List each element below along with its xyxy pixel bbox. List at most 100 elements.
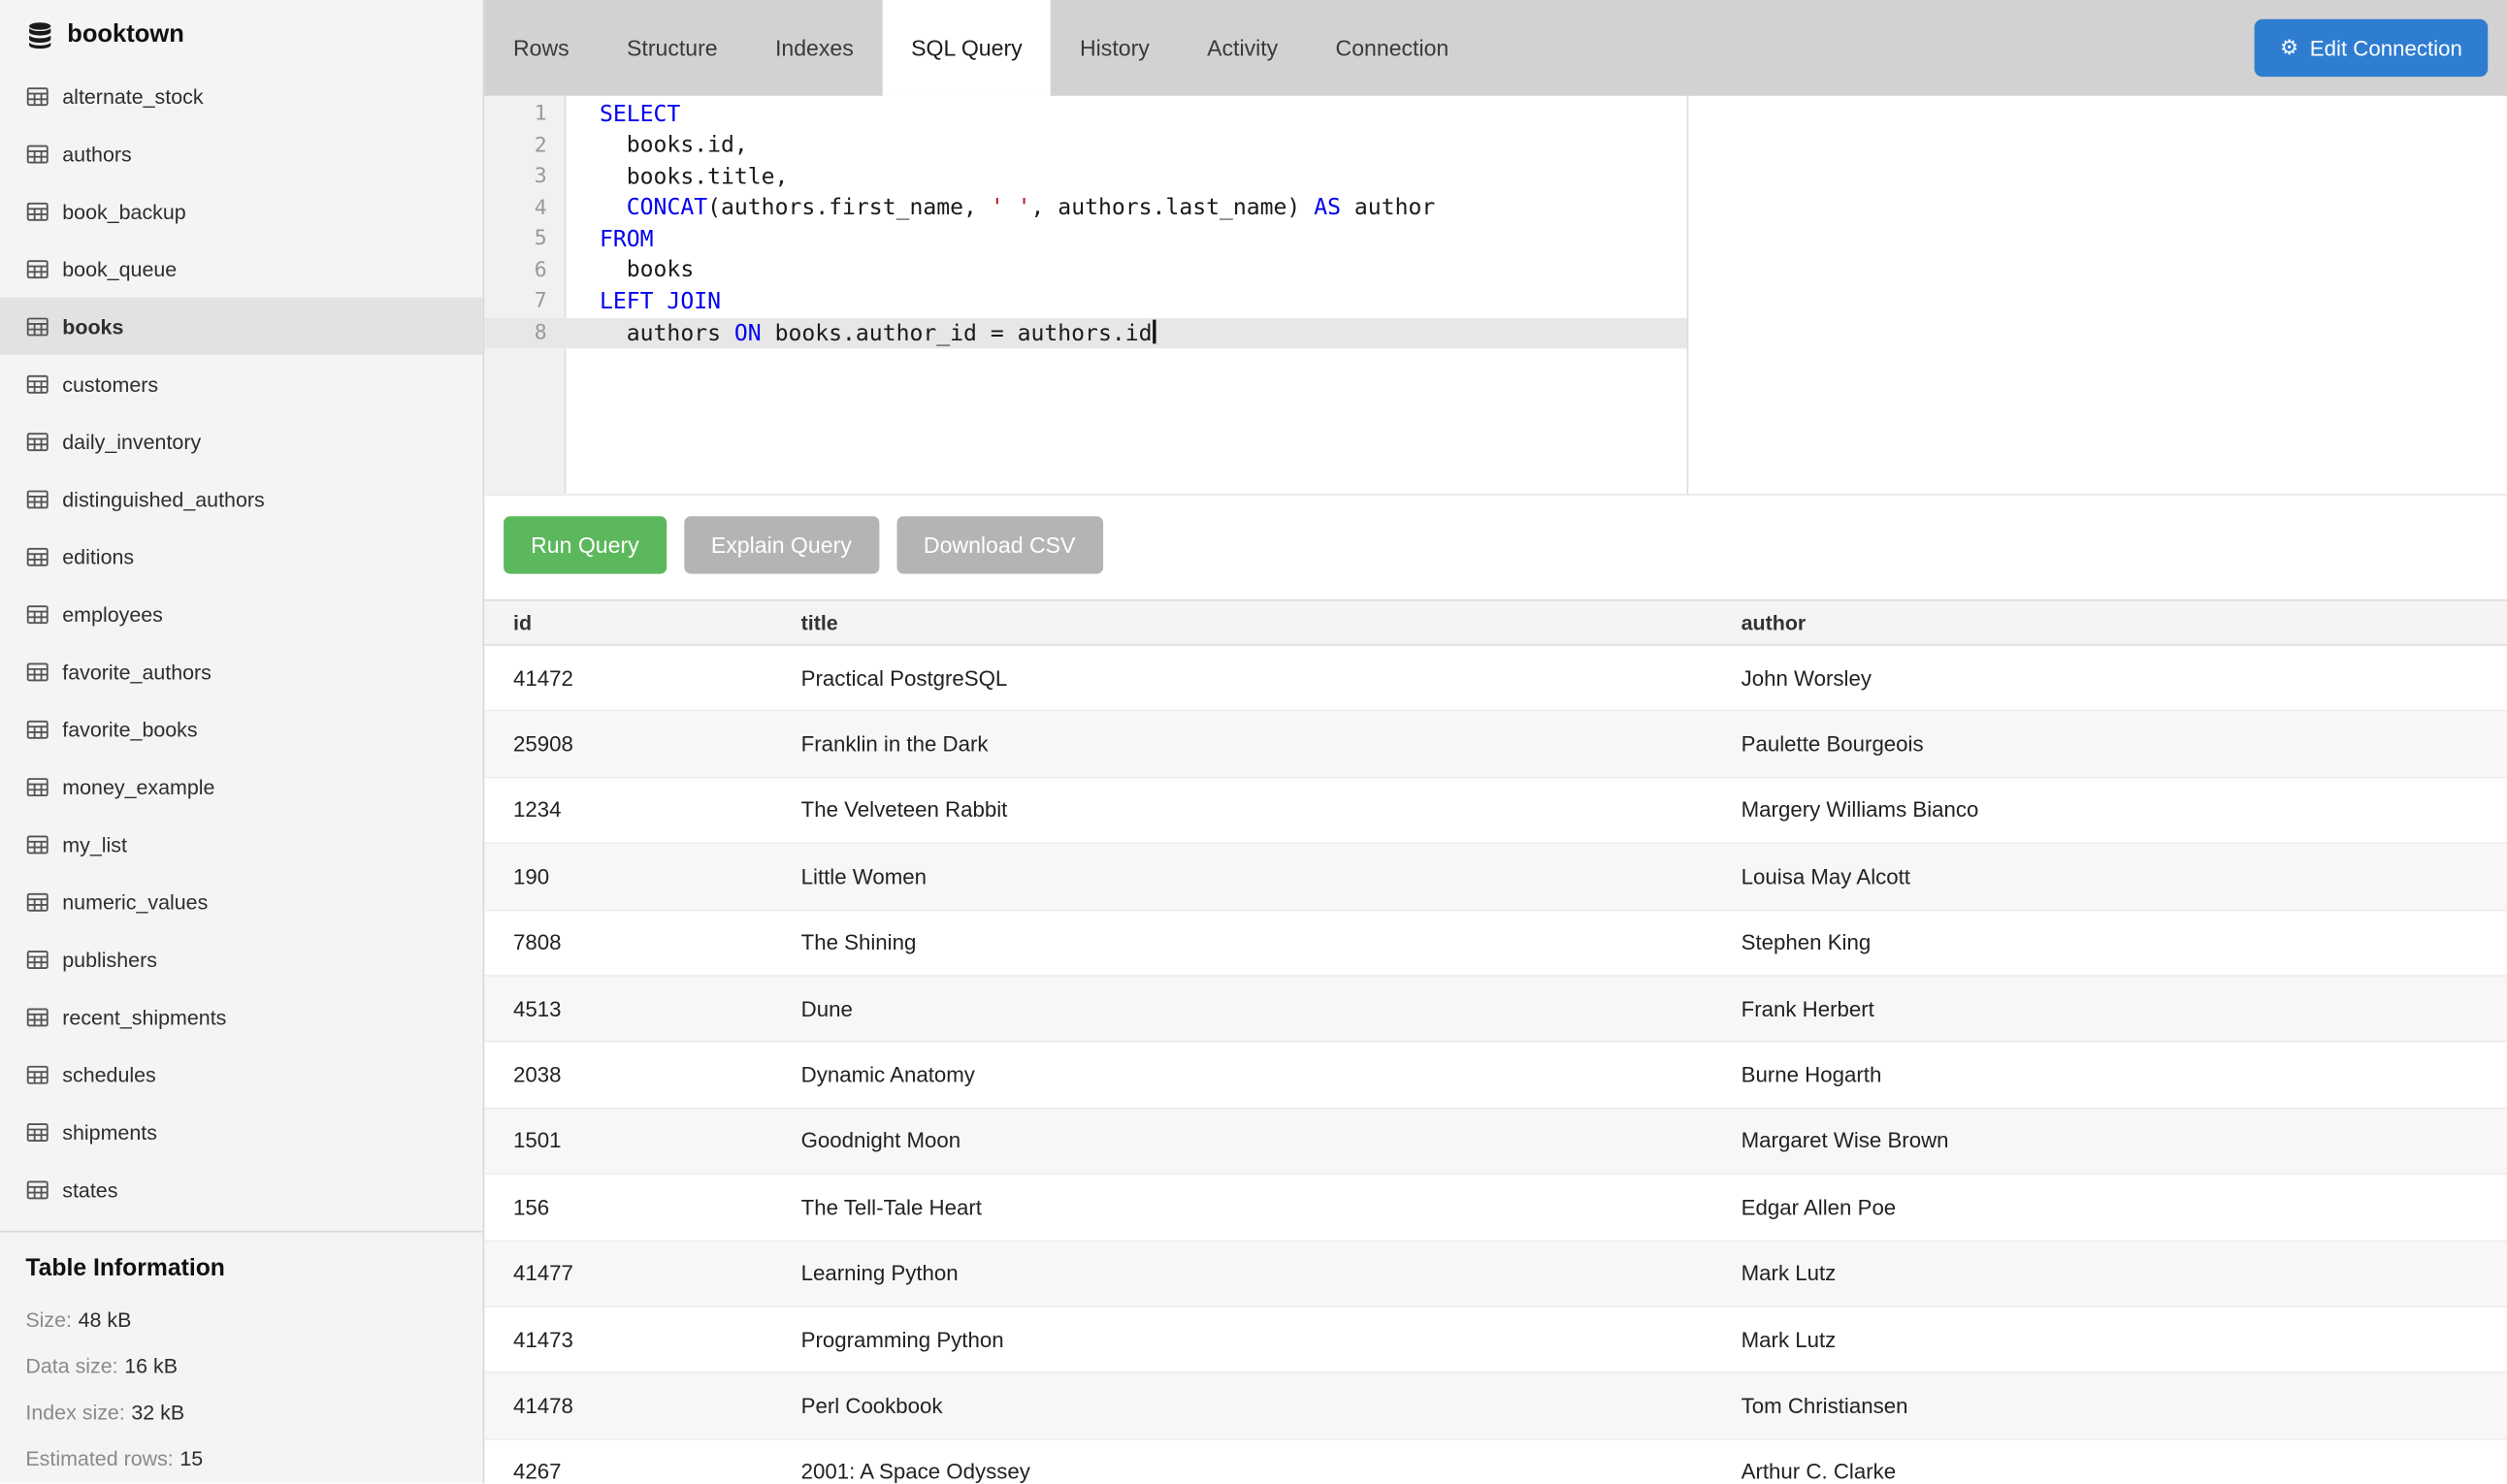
sidebar-table-item[interactable]: book_queue	[0, 240, 483, 297]
table-icon	[25, 947, 49, 971]
code-text: books.id,	[566, 133, 747, 158]
cell-title: Dune	[772, 997, 1715, 1021]
sidebar-table-item[interactable]: employees	[0, 585, 483, 642]
table-icon	[25, 1178, 49, 1202]
sidebar-table-item[interactable]: shipments	[0, 1103, 483, 1160]
cell-id: 41472	[484, 666, 772, 691]
action-button[interactable]: Run Query	[504, 516, 667, 573]
table-row[interactable]: 4267 2001: A Space Odyssey Arthur C. Cla…	[484, 1439, 2507, 1483]
sidebar-table-item[interactable]: book_backup	[0, 182, 483, 240]
table-row[interactable]: 1501 Goodnight Moon Margaret Wise Brown	[484, 1109, 2507, 1175]
action-button[interactable]: Download CSV	[896, 516, 1102, 573]
query-actions: Run Query Explain Query Download CSV	[484, 496, 2507, 574]
sidebar-table-item[interactable]: daily_inventory	[0, 412, 483, 469]
table-item-label: authors	[62, 142, 131, 166]
cell-id: 41473	[484, 1328, 772, 1352]
sidebar-table-item[interactable]: alternate_stock	[0, 67, 483, 124]
sql-editor[interactable]: 1 SELECT 2 books.id, 3 books.title,	[484, 96, 1688, 494]
column-header[interactable]: author	[1715, 611, 2507, 635]
table-icon	[25, 889, 49, 914]
column-header[interactable]: id	[484, 611, 772, 635]
cell-title: The Shining	[772, 931, 1715, 955]
tab[interactable]: Activity	[1178, 0, 1306, 96]
cell-title: The Tell-Tale Heart	[772, 1195, 1715, 1219]
cell-author: Edgar Allen Poe	[1715, 1195, 2507, 1219]
tab[interactable]: Indexes	[746, 0, 882, 96]
line-number: 3	[484, 165, 566, 189]
info-label: Size:	[25, 1307, 72, 1332]
table-item-label: schedules	[62, 1062, 155, 1086]
table-information-rows: Size:48 kB Data size:16 kB Index size:32…	[25, 1296, 457, 1481]
code-text: authors ON books.author_id = authors.id	[566, 319, 1155, 346]
table-item-label: money_example	[62, 774, 214, 798]
cell-author: Margery Williams Bianco	[1715, 798, 2507, 823]
code-text: books	[566, 258, 694, 283]
sidebar-table-item[interactable]: favorite_books	[0, 700, 483, 758]
tab[interactable]: SQL Query	[882, 0, 1051, 96]
table-row[interactable]: 7808 The Shining Stephen King	[484, 911, 2507, 977]
cell-id: 25908	[484, 732, 772, 757]
sidebar-table-item[interactable]: editions	[0, 528, 483, 585]
cell-author: Frank Herbert	[1715, 997, 2507, 1021]
gear-icon: ⚙︎	[2280, 38, 2298, 58]
table-row[interactable]: 41473 Programming Python Mark Lutz	[484, 1307, 2507, 1373]
table-row[interactable]: 4513 Dune Frank Herbert	[484, 977, 2507, 1043]
table-row[interactable]: 2038 Dynamic Anatomy Burne Hogarth	[484, 1043, 2507, 1109]
app-window: booktown alternate_stock	[0, 0, 2507, 1483]
edit-connection-button[interactable]: ⚙︎ Edit Connection	[2255, 19, 2489, 77]
cell-title: Programming Python	[772, 1328, 1715, 1352]
table-row[interactable]: 41472 Practical PostgreSQL John Worsley	[484, 646, 2507, 712]
sidebar-table-item[interactable]: my_list	[0, 815, 483, 872]
sidebar-table-item[interactable]: schedules	[0, 1046, 483, 1103]
table-icon	[25, 601, 49, 626]
tab[interactable]: Rows	[484, 0, 598, 96]
table-row[interactable]: 190 Little Women Louisa May Alcott	[484, 844, 2507, 910]
tabs: Rows Structure Indexes SQL Query History…	[484, 0, 1478, 96]
code-text: LEFT JOIN	[566, 289, 721, 314]
sidebar-table-item[interactable]: books	[0, 298, 483, 355]
database-header[interactable]: booktown	[0, 0, 483, 64]
cell-id: 1234	[484, 798, 772, 823]
sql-editor-panel: 1 SELECT 2 books.id, 3 books.title,	[484, 96, 2507, 496]
tab[interactable]: Structure	[598, 0, 746, 96]
database-name: booktown	[67, 20, 184, 49]
sidebar-table-item[interactable]: recent_shipments	[0, 987, 483, 1045]
sidebar-table-item[interactable]: authors	[0, 125, 483, 182]
table-row[interactable]: 41478 Perl Cookbook Tom Christiansen	[484, 1373, 2507, 1439]
editor-line: 3 books.title,	[484, 161, 1686, 192]
cell-author: Louisa May Alcott	[1715, 864, 2507, 888]
action-button[interactable]: Explain Query	[684, 516, 879, 573]
cell-author: Tom Christiansen	[1715, 1394, 2507, 1418]
table-icon	[25, 199, 49, 223]
sidebar-table-item[interactable]: customers	[0, 355, 483, 412]
sidebar-table-item[interactable]: favorite_authors	[0, 642, 483, 699]
table-row[interactable]: 41477 Learning Python Mark Lutz	[484, 1242, 2507, 1307]
sidebar-table-item[interactable]: numeric_values	[0, 873, 483, 930]
table-icon	[25, 774, 49, 798]
line-number: 2	[484, 134, 566, 158]
sidebar-table-item[interactable]: money_example	[0, 758, 483, 815]
tab[interactable]: Connection	[1307, 0, 1478, 96]
line-number: 8	[484, 321, 566, 345]
tab[interactable]: History	[1051, 0, 1178, 96]
sidebar-table-item[interactable]: distinguished_authors	[0, 470, 483, 528]
sidebar: booktown alternate_stock	[0, 0, 484, 1483]
results-table: id title author 41472 Practical PostgreS…	[484, 599, 2507, 1483]
sidebar-table-item[interactable]: states	[0, 1160, 483, 1217]
table-row[interactable]: 156 The Tell-Tale Heart Edgar Allen Poe	[484, 1175, 2507, 1241]
table-item-label: editions	[62, 544, 134, 568]
results-body: 41472 Practical PostgreSQL John Worsley …	[484, 646, 2507, 1484]
table-icon	[25, 371, 49, 396]
info-label: Index size:	[25, 1401, 124, 1425]
sidebar-table-item[interactable]: publishers	[0, 930, 483, 987]
line-number: 7	[484, 290, 566, 314]
table-row[interactable]: 1234 The Velveteen Rabbit Margery Willia…	[484, 778, 2507, 844]
code-text: SELECT	[566, 102, 680, 127]
table-row[interactable]: 25908 Franklin in the Dark Paulette Bour…	[484, 712, 2507, 778]
table-information-heading: Table Information	[25, 1255, 457, 1282]
cell-id: 4513	[484, 997, 772, 1021]
cell-title: Goodnight Moon	[772, 1129, 1715, 1153]
column-header[interactable]: title	[772, 611, 1715, 635]
table-icon	[25, 142, 49, 166]
info-value: 48 kB	[79, 1307, 132, 1332]
